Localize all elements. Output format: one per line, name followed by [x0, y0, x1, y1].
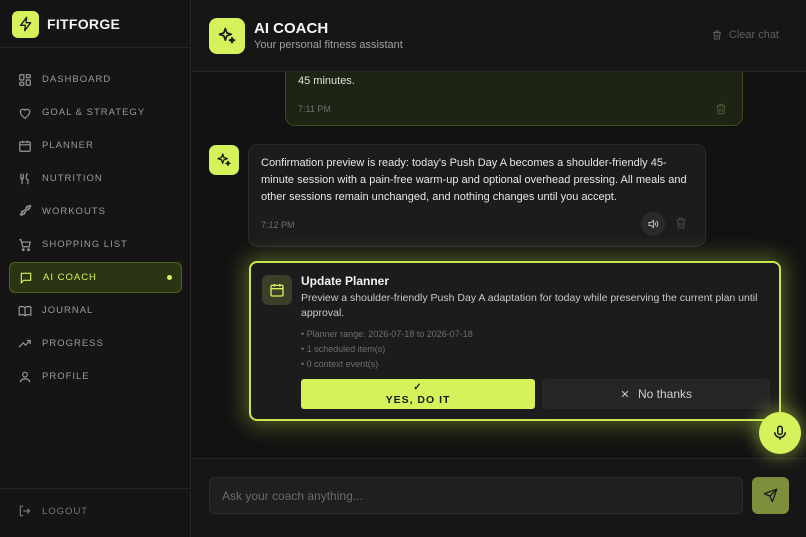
logout-label: LOGOUT: [42, 505, 89, 517]
sidebar-item-journal[interactable]: JOURNAL: [9, 295, 182, 326]
meta-scheduled-items: • 1 scheduled item(s): [301, 344, 386, 354]
send-icon: [763, 488, 778, 503]
sidebar-item-goal-strategy[interactable]: GOAL & STRATEGY: [9, 97, 182, 128]
heart-icon: [19, 108, 31, 119]
accept-label: YES, DO IT: [385, 393, 451, 406]
card-description: Preview a shoulder-friendly Push Day A a…: [301, 292, 758, 319]
sidebar-item-label: PROFILE: [42, 371, 90, 382]
decline-button[interactable]: No thanks: [542, 379, 770, 409]
close-icon: [621, 390, 629, 398]
chat-header: AI COACH Your personal fitness assistant…: [192, 0, 806, 72]
logout-button[interactable]: LOGOUT: [18, 504, 88, 518]
dumbbell-icon: [19, 204, 32, 216]
sidebar-item-label: NUTRITION: [42, 173, 103, 184]
page-subtitle: Your personal fitness assistant: [254, 39, 403, 51]
decline-label: No thanks: [637, 387, 693, 401]
sidebar-item-nutrition[interactable]: NUTRITION: [9, 163, 182, 194]
sidebar-item-label: PLANNER: [42, 140, 94, 151]
brand[interactable]: FITFORGE: [12, 10, 120, 38]
sidebar-item-label: AI COACH: [43, 272, 97, 283]
delete-message-icon[interactable]: [674, 216, 688, 230]
read-aloud-button[interactable]: [641, 212, 665, 236]
sidebar-item-profile[interactable]: PROFILE: [9, 361, 182, 392]
update-planner-card: Update Planner Preview a shoulder-friend…: [249, 261, 781, 421]
send-button[interactable]: [752, 477, 789, 514]
sidebar-item-label: JOURNAL: [42, 305, 94, 316]
cart-icon: [19, 238, 31, 251]
sidebar-item-label: PROGRESS: [42, 338, 104, 349]
divider: [0, 47, 190, 48]
message-text: Confirmation preview is ready: today's P…: [261, 157, 687, 203]
chat-input[interactable]: [209, 477, 743, 514]
card-title: Update Planner: [301, 274, 390, 288]
sidebar-item-ai-coach[interactable]: AI COACH: [9, 262, 182, 293]
book-icon: [18, 305, 32, 316]
clear-chat-label: Clear chat: [728, 29, 779, 41]
sidebar: FITFORGE DASHBOARD GOAL & STRATEGY PLANN…: [0, 0, 191, 537]
clear-chat-button[interactable]: Clear chat: [711, 29, 779, 41]
meta-context-events: • 0 context event(s): [301, 359, 379, 369]
check-icon: ✓: [413, 381, 423, 393]
sidebar-item-label: DASHBOARD: [42, 74, 112, 85]
trend-icon: [18, 339, 31, 347]
meta-planner-range: • Planner range: 2026-07-18 to 2026-07-1…: [301, 329, 473, 339]
composer: [192, 458, 806, 537]
user-icon: [19, 371, 31, 382]
sidebar-item-workouts[interactable]: WORKOUTS: [9, 196, 182, 227]
utensils-icon: [20, 172, 29, 184]
coach-avatar-sparkles-icon: [209, 145, 239, 175]
card-meta: • Planner range: 2026-07-18 to 2026-07-1…: [301, 327, 473, 372]
voice-input-button[interactable]: [759, 412, 801, 454]
active-indicator-dot: [167, 275, 172, 280]
message-text: 45 minutes.: [298, 75, 355, 87]
sparkles-icon: [209, 18, 245, 54]
page-title: AI COACH: [254, 20, 329, 37]
calendar-icon: [19, 140, 31, 152]
bolt-logo-icon: [12, 10, 39, 38]
brand-name: FITFORGE: [47, 16, 121, 32]
sidebar-nav: DASHBOARD GOAL & STRATEGY PLANNER NUTRIT…: [9, 64, 182, 394]
sidebar-item-label: SHOPPING LIST: [42, 239, 128, 250]
microphone-icon: [774, 425, 786, 440]
message-time: 7:12 PM: [261, 220, 295, 230]
sidebar-item-label: GOAL & STRATEGY: [42, 107, 146, 118]
sidebar-item-planner[interactable]: PLANNER: [9, 130, 182, 161]
user-message: 45 minutes. 7:11 PM: [285, 72, 743, 126]
sidebar-item-progress[interactable]: PROGRESS: [9, 328, 182, 359]
sidebar-item-dashboard[interactable]: DASHBOARD: [9, 64, 182, 95]
sidebar-item-label: WORKOUTS: [42, 206, 106, 217]
accept-button[interactable]: ✓ YES, DO IT: [301, 379, 535, 409]
logout-icon: [19, 505, 31, 517]
sidebar-item-shopping-list[interactable]: SHOPPING LIST: [9, 229, 182, 260]
chat-icon: [20, 272, 32, 284]
dashboard-icon: [19, 73, 31, 86]
trash-icon: [712, 30, 721, 40]
speaker-icon: [648, 219, 659, 229]
divider: [0, 488, 190, 489]
delete-message-icon[interactable]: [714, 102, 728, 116]
calendar-icon: [262, 275, 292, 305]
assistant-message: Confirmation preview is ready: today's P…: [248, 144, 706, 247]
message-time: 7:11 PM: [298, 104, 331, 114]
chat-thread[interactable]: 45 minutes. 7:11 PM Confirmation preview…: [192, 72, 806, 458]
